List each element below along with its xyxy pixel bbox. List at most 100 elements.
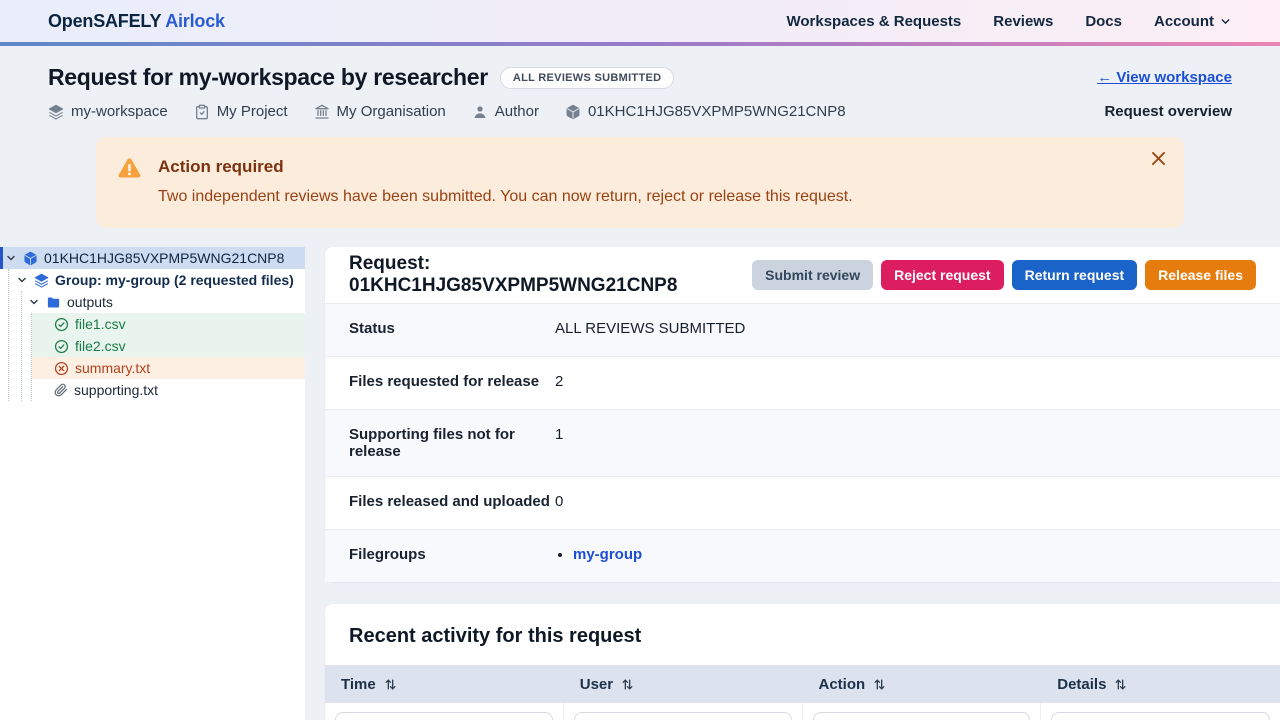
x-circle-icon (54, 361, 69, 376)
layers-icon (34, 273, 49, 288)
alert-title: Action required (158, 157, 853, 177)
tree-node-label: outputs (67, 294, 113, 310)
detail-value: ALL REVIEWS SUBMITTED (555, 320, 745, 337)
request-panel-title: Request: 01KHC1HJG85VXPMP5WNG21CNP8 (349, 253, 752, 297)
column-label: Time (341, 676, 376, 693)
nav-workspaces-requests[interactable]: Workspaces & Requests (786, 13, 961, 30)
filegroup-list-item: my-group (573, 546, 642, 563)
cube-icon (23, 251, 38, 266)
request-main-panel: Request: 01KHC1HJG85VXPMP5WNG21CNP8 Subm… (325, 247, 1280, 720)
check-circle-icon (54, 317, 69, 332)
breadcrumb-workspace: my-workspace (48, 103, 168, 120)
return-request-button[interactable]: Return request (1012, 260, 1138, 290)
cube-icon (565, 104, 581, 120)
user-icon (472, 104, 488, 120)
page-title: Request for my-workspace by researcher (48, 64, 488, 91)
warning-icon (116, 155, 143, 206)
chevron-down-icon[interactable] (28, 296, 40, 308)
main-nav: Workspaces & Requests Reviews Docs Accou… (786, 13, 1232, 30)
submit-review-button[interactable]: Submit review (752, 260, 873, 290)
page-header: Request for my-workspace by researcher A… (0, 46, 1280, 228)
top-navigation-bar: OpenSAFELY Airlock Workspaces & Requests… (0, 0, 1280, 42)
alert-message: Two independent reviews have been submit… (158, 188, 853, 206)
detail-row-supporting-files: Supporting files not for release 1 (325, 409, 1280, 476)
tree-node-request-root[interactable]: 01KHC1HJG85VXPMP5WNG21CNP8 (0, 247, 305, 269)
tree-node-supporting[interactable]: supporting.txt (32, 379, 305, 401)
breadcrumb-project: My Project (194, 103, 288, 120)
request-details-table: Status ALL REVIEWS SUBMITTED Files reque… (325, 303, 1280, 582)
clipboard-icon (194, 104, 210, 120)
detail-row-files-released: Files released and uploaded 0 (325, 476, 1280, 529)
sort-icon[interactable] (873, 678, 886, 691)
column-label: Action (819, 676, 866, 693)
tree-node-summary[interactable]: summary.txt (32, 357, 305, 379)
column-label: Details (1057, 676, 1106, 693)
tree-node-label: file2.csv (75, 338, 126, 354)
nav-reviews[interactable]: Reviews (993, 13, 1053, 30)
tree-node-file2[interactable]: file2.csv (32, 335, 305, 357)
request-actions: Submit review Reject request Return requ… (752, 260, 1256, 290)
breadcrumb-project-label: My Project (217, 103, 288, 120)
release-files-button[interactable]: Release files (1145, 260, 1256, 290)
close-icon[interactable] (1145, 145, 1172, 172)
column-header-action[interactable]: Action (803, 665, 1042, 703)
logo-primary: OpenSAFELY (48, 11, 161, 31)
sort-icon[interactable] (1114, 678, 1127, 691)
activity-title: Recent activity for this request (325, 604, 1280, 665)
tree-node-label: Group: my-group (2 requested files) (55, 272, 294, 288)
detail-label: Files released and uploaded (349, 493, 555, 510)
breadcrumb-workspace-label: my-workspace (71, 103, 168, 120)
tree-node-group[interactable]: Group: my-group (2 requested files) (9, 269, 305, 291)
file-tree-sidebar: 01KHC1HJG85VXPMP5WNG21CNP8 Group: my-gro… (0, 247, 305, 720)
action-required-alert: Action required Two independent reviews … (96, 137, 1184, 228)
filter-details-input[interactable] (1051, 712, 1270, 720)
view-workspace-link[interactable]: ← View workspace (1097, 69, 1232, 86)
filter-time-input[interactable] (335, 712, 553, 720)
paperclip-icon (54, 383, 68, 397)
activity-filter-row (325, 703, 1280, 720)
sort-icon[interactable] (384, 678, 397, 691)
tree-node-label: 01KHC1HJG85VXPMP5WNG21CNP8 (44, 250, 284, 266)
column-header-time[interactable]: Time (325, 665, 564, 703)
chevron-down-icon[interactable] (5, 252, 17, 264)
tree-node-file1[interactable]: file1.csv (32, 313, 305, 335)
sort-icon[interactable] (621, 678, 634, 691)
account-label: Account (1154, 13, 1214, 30)
filter-user-input[interactable] (574, 712, 792, 720)
detail-label: Status (349, 320, 555, 337)
nav-docs[interactable]: Docs (1085, 13, 1122, 30)
breadcrumb-author-label: Author (495, 103, 539, 120)
column-header-user[interactable]: User (564, 665, 803, 703)
breadcrumb-request-id-label: 01KHC1HJG85VXPMP5WNG21CNP8 (588, 103, 846, 120)
tree-node-label: file1.csv (75, 316, 126, 332)
filter-action-input[interactable] (813, 712, 1031, 720)
column-header-details[interactable]: Details (1041, 665, 1280, 703)
recent-activity-card: Recent activity for this request Time Us… (325, 604, 1280, 720)
filegroup-link[interactable]: my-group (573, 546, 642, 563)
breadcrumb-author: Author (472, 103, 539, 120)
chevron-down-icon[interactable] (16, 274, 28, 286)
tree-node-folder-outputs[interactable]: outputs (22, 291, 305, 313)
breadcrumb-organisation-label: My Organisation (337, 103, 446, 120)
nav-account-menu[interactable]: Account (1154, 13, 1232, 30)
detail-row-status: Status ALL REVIEWS SUBMITTED (325, 303, 1280, 356)
app-logo[interactable]: OpenSAFELY Airlock (48, 11, 225, 32)
detail-value: 0 (555, 493, 563, 510)
bank-icon (314, 104, 330, 120)
tree-node-label: supporting.txt (74, 382, 158, 398)
breadcrumb: my-workspace My Project My Organisation … (48, 103, 1232, 120)
detail-label: Files requested for release (349, 373, 555, 390)
status-badge: ALL REVIEWS SUBMITTED (500, 67, 675, 89)
tree-node-label: summary.txt (75, 360, 150, 376)
detail-row-filegroups: Filegroups my-group (325, 529, 1280, 582)
layers-icon (48, 104, 64, 120)
breadcrumb-organisation: My Organisation (314, 103, 446, 120)
detail-value: 2 (555, 373, 563, 390)
detail-label: Filegroups (349, 546, 555, 563)
breadcrumb-request-id: 01KHC1HJG85VXPMP5WNG21CNP8 (565, 103, 846, 120)
reject-request-button[interactable]: Reject request (881, 260, 1003, 290)
detail-label: Supporting files not for release (349, 426, 555, 460)
detail-row-files-requested: Files requested for release 2 (325, 356, 1280, 409)
detail-value: 1 (555, 426, 563, 443)
check-circle-icon (54, 339, 69, 354)
